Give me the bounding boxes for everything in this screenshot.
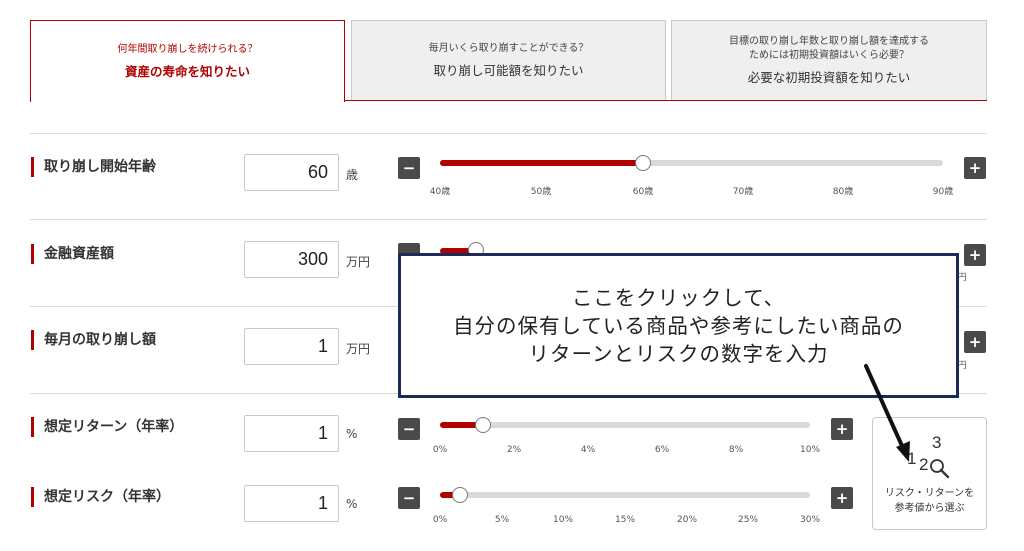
start-age-tick: 90歳 xyxy=(932,187,954,197)
tab-initial-investment[interactable]: 目標の取り崩し年数と取り崩し額を達成する ためには初期投資額はいくら必要？ 必要… xyxy=(671,20,987,101)
expected-return-slider-track[interactable] xyxy=(440,422,810,428)
start-age-plus-button[interactable]: + xyxy=(964,157,986,179)
start-age-slider-fill xyxy=(440,160,643,166)
start-age-label: 取り崩し開始年齢 xyxy=(31,157,156,177)
monthly-withdrawal-label: 毎月の取り崩し額 xyxy=(31,330,156,350)
expected-risk-tick: 20% xyxy=(676,515,698,525)
assets-label: 金融資産額 xyxy=(31,244,114,264)
expected-return-tick: 2% xyxy=(506,445,522,455)
risk-return-reference-label: リスク・リターンを 参考値から選ぶ xyxy=(884,488,975,514)
callout-line: リターンとリスクの数字を入力 xyxy=(528,341,829,366)
start-age-tick: 40歳 xyxy=(429,187,451,197)
tab-initial-investment-sub1: 目標の取り崩し年数と取り崩し額を達成する xyxy=(729,36,929,47)
expected-risk-tick: 15% xyxy=(614,515,636,525)
expected-risk-tick: 10% xyxy=(552,515,574,525)
expected-risk-label: 想定リスク（年率） xyxy=(31,487,170,507)
start-age-tick: 70歳 xyxy=(732,187,754,197)
expected-return-tick: 8% xyxy=(728,445,744,455)
expected-return-ticks: 0% 2% 4% 6% 8% 10% xyxy=(0,445,1024,459)
risk-return-reference-button[interactable]: 1 2 3 リスク・リターンを 参考値から選ぶ xyxy=(872,417,987,530)
expected-return-plus-button[interactable]: + xyxy=(831,418,853,440)
expected-risk-ticks: 0% 5% 10% 15% 20% 25% 30% xyxy=(0,515,1024,529)
expected-return-tick: 6% xyxy=(654,445,670,455)
expected-return-label: 想定リターン（年率） xyxy=(31,417,183,437)
assets-unit: 万円 xyxy=(346,255,371,269)
expected-risk-slider-handle[interactable] xyxy=(452,487,468,503)
tab-initial-investment-title: 必要な初期投資額を知りたい xyxy=(747,70,911,85)
expected-risk-tick: 0% xyxy=(432,515,448,525)
start-age-unit: 歳 xyxy=(346,168,359,182)
number-search-icon: 1 2 3 xyxy=(907,433,950,479)
tab-withdrawable-amount-title: 取り崩し可能額を知りたい xyxy=(433,63,584,78)
instruction-callout: ここをクリックして、 自分の保有している商品や参考にしたい商品の リターンとリス… xyxy=(398,253,959,398)
expected-risk-tick: 25% xyxy=(737,515,759,525)
callout-line: ここをクリックして、 xyxy=(571,285,786,310)
start-age-minus-button[interactable]: − xyxy=(398,157,420,179)
tab-asset-lifespan-title: 資産の寿命を知りたい xyxy=(124,64,250,79)
expected-risk-slider-track[interactable] xyxy=(440,492,810,498)
tab-withdrawable-amount[interactable]: 毎月いくら取り崩すことができる？ 取り崩し可能額を知りたい xyxy=(351,20,666,101)
svg-text:2: 2 xyxy=(919,455,928,474)
start-age-tick: 60歳 xyxy=(632,187,654,197)
tab-withdrawable-amount-sub: 毎月いくら取り崩すことができる？ xyxy=(428,43,589,54)
svg-text:3: 3 xyxy=(932,433,941,452)
expected-return-tick: 10% xyxy=(799,445,821,455)
monthly-withdrawal-plus-button[interactable]: + xyxy=(964,331,986,353)
expected-risk-tick: 5% xyxy=(494,515,510,525)
start-age-tick: 50歳 xyxy=(530,187,552,197)
expected-risk-minus-button[interactable]: − xyxy=(398,487,420,509)
assets-input[interactable]: 300 xyxy=(244,241,339,278)
svg-text:1: 1 xyxy=(907,449,916,468)
expected-risk-unit: % xyxy=(346,497,358,511)
expected-return-tick: 0% xyxy=(432,445,448,455)
expected-return-minus-button[interactable]: − xyxy=(398,418,420,440)
monthly-withdrawal-input[interactable]: 1 xyxy=(244,328,339,365)
assets-plus-button[interactable]: + xyxy=(964,244,986,266)
expected-return-tick: 4% xyxy=(580,445,596,455)
divider xyxy=(30,219,987,220)
tab-initial-investment-sub2: ためには初期投資額はいくら必要？ xyxy=(749,50,909,61)
tab-underline xyxy=(345,100,987,101)
start-age-slider-handle[interactable] xyxy=(635,155,651,171)
monthly-withdrawal-unit: 万円 xyxy=(346,342,371,356)
start-age-ticks: 40歳 50歳 60歳 70歳 80歳 90歳 xyxy=(0,184,1024,198)
expected-risk-tick: 30% xyxy=(799,515,821,525)
tab-asset-lifespan[interactable]: 何年間取り崩しを続けられる？ 資産の寿命を知りたい xyxy=(30,20,345,102)
expected-return-unit: % xyxy=(346,427,358,441)
start-age-tick: 80歳 xyxy=(832,187,854,197)
callout-line: 自分の保有している商品や参考にしたい商品の xyxy=(453,313,904,338)
tab-asset-lifespan-sub: 何年間取り崩しを続けられる？ xyxy=(117,44,258,55)
divider xyxy=(30,133,987,134)
expected-risk-plus-button[interactable]: + xyxy=(831,487,853,509)
expected-return-slider-handle[interactable] xyxy=(475,417,491,433)
